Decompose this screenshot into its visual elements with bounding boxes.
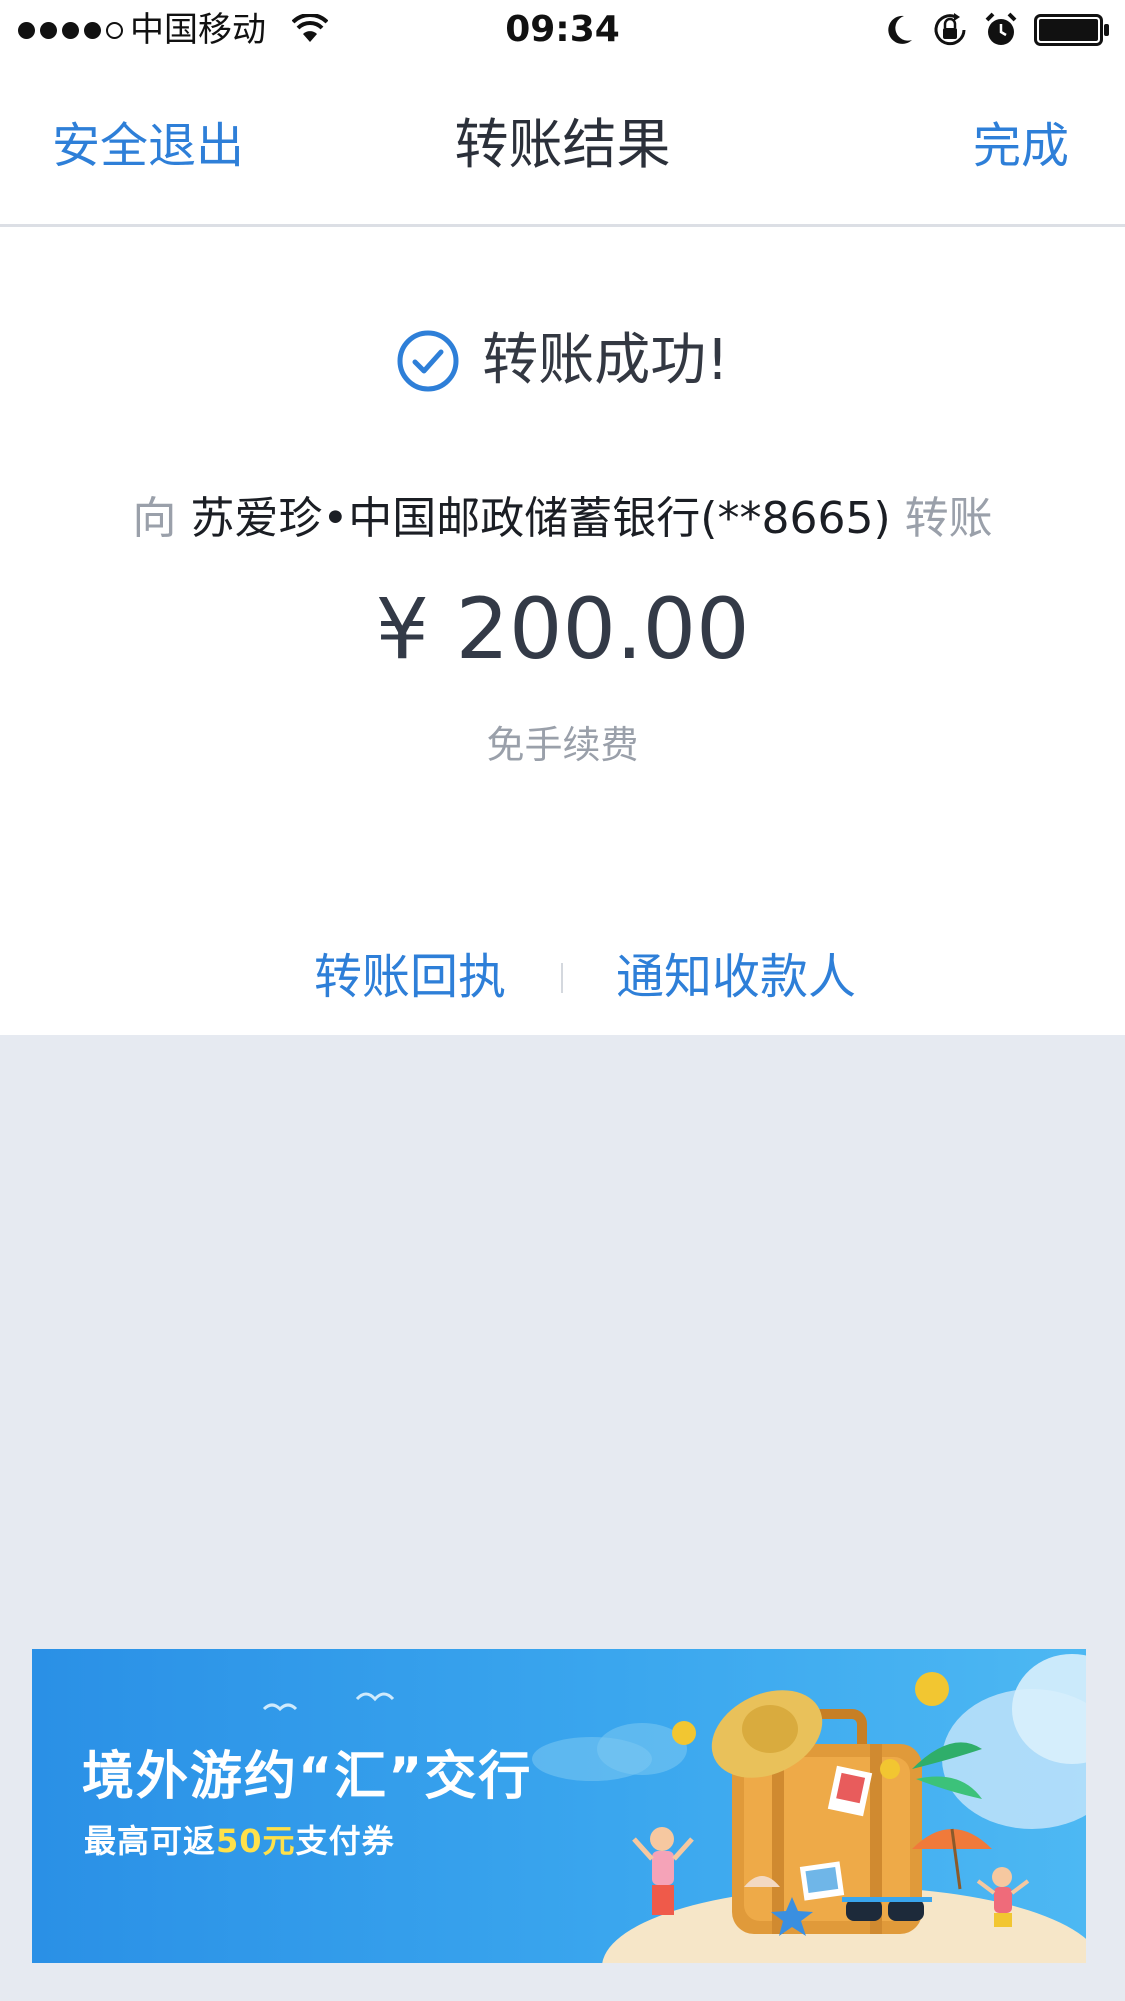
page-title: 转账结果 (454, 113, 671, 176)
recipient-suffix: 转账 (904, 493, 993, 544)
battery-icon (1034, 14, 1109, 46)
recipient-prefix: 向 (132, 493, 177, 544)
rotation-lock-icon (934, 13, 966, 46)
banner-subtitle-prefix: 最高可返 (84, 1822, 217, 1860)
alarm-icon (985, 12, 1017, 45)
success-status: 转账成功! (0, 325, 1125, 397)
banner-subtitle: 最高可返50元支付券 (84, 1819, 395, 1863)
status-bar: 中国移动 09:34 (0, 0, 1125, 62)
fee-note: 免手续费 (486, 723, 639, 767)
banner-title: 境外游约“汇”交行 (82, 1747, 533, 1807)
moon-icon (888, 15, 912, 44)
banner-subtitle-suffix: 支付券 (295, 1822, 395, 1860)
success-text: 转账成功! (482, 328, 729, 393)
done-button[interactable]: 完成 (973, 114, 1069, 178)
transfer-amount: ¥ 200.00 (375, 580, 750, 678)
result-actions: 转账回执 通知收款人 (0, 945, 1125, 1009)
transfer-receipt-link[interactable]: 转账回执 (314, 945, 506, 1009)
nav-bar: 安全退出 转账结果 完成 (0, 62, 1125, 227)
result-card: 转账成功! 向 苏爱珍•中国邮政储蓄银行(**8665) 转账 ¥ 200.00… (0, 227, 1125, 1035)
banner-subtitle-highlight: 50元 (216, 1822, 296, 1860)
check-circle-icon (397, 330, 459, 392)
transfer-result-page: 中国移动 09:34 安全退出 转账结果 完成 转账成功! 向 苏爱珍•中国邮政… (0, 0, 1125, 2001)
action-divider (561, 963, 563, 993)
recipient-name-bank: 苏爱珍•中国邮政储蓄银行(**8665) (190, 493, 891, 544)
promo-banner[interactable]: 境外游约“汇”交行 最高可返50元支付券 (32, 1649, 1086, 1963)
notify-payee-link[interactable]: 通知收款人 (616, 945, 856, 1009)
recipient-line: 向 苏爱珍•中国邮政储蓄银行(**8665) 转账 (0, 489, 1125, 549)
